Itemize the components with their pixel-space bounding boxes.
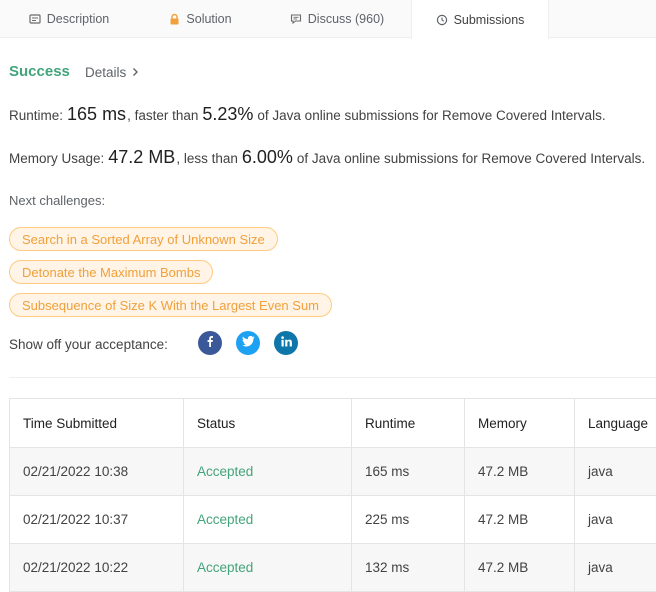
lock-icon bbox=[169, 13, 180, 25]
cell-memory: 47.2 MB bbox=[465, 496, 575, 544]
cell-status-link[interactable]: Accepted bbox=[184, 544, 352, 592]
memory-mid: , less than bbox=[176, 151, 238, 166]
cell-time: 02/21/2022 10:37 bbox=[10, 496, 184, 544]
cell-runtime: 225 ms bbox=[352, 496, 465, 544]
header-time-submitted[interactable]: Time Submitted bbox=[10, 399, 184, 448]
memory-percent: 6.00% bbox=[242, 147, 293, 168]
challenge-chip[interactable]: Search in a Sorted Array of Unknown Size bbox=[9, 227, 278, 251]
tab-discuss-label: Discuss (960) bbox=[308, 12, 384, 26]
clock-icon bbox=[436, 14, 448, 26]
cell-language: java bbox=[575, 496, 656, 544]
runtime-value: 165 ms bbox=[67, 104, 126, 125]
table-row: 02/21/2022 10:38 Accepted 165 ms 47.2 MB… bbox=[10, 448, 656, 496]
cell-runtime: 165 ms bbox=[352, 448, 465, 496]
description-icon bbox=[29, 13, 41, 25]
tab-bar: Description Solution Discuss (960) Submi… bbox=[0, 0, 656, 38]
cell-memory: 47.2 MB bbox=[465, 544, 575, 592]
table-row: 02/21/2022 10:22 Accepted 132 ms 47.2 MB… bbox=[10, 544, 656, 592]
cell-status-link[interactable]: Accepted bbox=[184, 448, 352, 496]
twitter-share-button[interactable] bbox=[236, 331, 260, 355]
tab-solution[interactable]: Solution bbox=[138, 0, 263, 38]
challenge-chip[interactable]: Detonate the Maximum Bombs bbox=[9, 260, 213, 284]
header-runtime[interactable]: Runtime bbox=[352, 399, 465, 448]
cell-language: java bbox=[575, 544, 656, 592]
next-challenges-label: Next challenges: bbox=[9, 193, 105, 208]
memory-label: Memory Usage: bbox=[9, 151, 104, 166]
cell-time: 02/21/2022 10:22 bbox=[10, 544, 184, 592]
chevron-right-icon bbox=[132, 65, 139, 80]
result-status: Success bbox=[9, 63, 70, 80]
facebook-share-button[interactable] bbox=[198, 331, 222, 355]
tab-discuss[interactable]: Discuss (960) bbox=[263, 0, 411, 38]
cell-time: 02/21/2022 10:38 bbox=[10, 448, 184, 496]
tab-solution-label: Solution bbox=[186, 12, 231, 26]
share-label: Show off your acceptance: bbox=[9, 337, 168, 352]
divider bbox=[9, 377, 656, 378]
header-memory[interactable]: Memory bbox=[465, 399, 575, 448]
cell-memory: 47.2 MB bbox=[465, 448, 575, 496]
tab-description[interactable]: Description bbox=[0, 0, 138, 38]
memory-line: Memory Usage: 47.2 MB , less than 6.00% … bbox=[9, 147, 645, 168]
twitter-icon bbox=[242, 334, 255, 352]
tab-submissions[interactable]: Submissions bbox=[411, 0, 549, 39]
comment-icon bbox=[290, 13, 302, 25]
facebook-icon bbox=[204, 334, 216, 352]
cell-runtime: 132 ms bbox=[352, 544, 465, 592]
runtime-mid: , faster than bbox=[127, 108, 198, 123]
submissions-table: Time Submitted Status Runtime Memory Lan… bbox=[9, 398, 656, 592]
tab-description-label: Description bbox=[47, 12, 110, 26]
linkedin-share-button[interactable] bbox=[274, 331, 298, 355]
table-row: 02/21/2022 10:37 Accepted 225 ms 47.2 MB… bbox=[10, 496, 656, 544]
runtime-line: Runtime: 165 ms , faster than 5.23% of J… bbox=[9, 104, 606, 125]
tab-submissions-label: Submissions bbox=[454, 13, 525, 27]
cell-language: java bbox=[575, 448, 656, 496]
header-language[interactable]: Language bbox=[575, 399, 656, 448]
runtime-suffix: of Java online submissions for Remove Co… bbox=[257, 108, 605, 123]
linkedin-icon bbox=[281, 334, 292, 352]
challenge-chip[interactable]: Subsequence of Size K With the Largest E… bbox=[9, 293, 332, 317]
details-link[interactable]: Details bbox=[85, 65, 139, 80]
header-status[interactable]: Status bbox=[184, 399, 352, 448]
memory-value: 47.2 MB bbox=[108, 147, 175, 168]
memory-suffix: of Java online submissions for Remove Co… bbox=[297, 151, 645, 166]
runtime-label: Runtime: bbox=[9, 108, 63, 123]
details-label: Details bbox=[85, 65, 126, 80]
table-header-row: Time Submitted Status Runtime Memory Lan… bbox=[10, 399, 656, 448]
runtime-percent: 5.23% bbox=[202, 104, 253, 125]
cell-status-link[interactable]: Accepted bbox=[184, 496, 352, 544]
